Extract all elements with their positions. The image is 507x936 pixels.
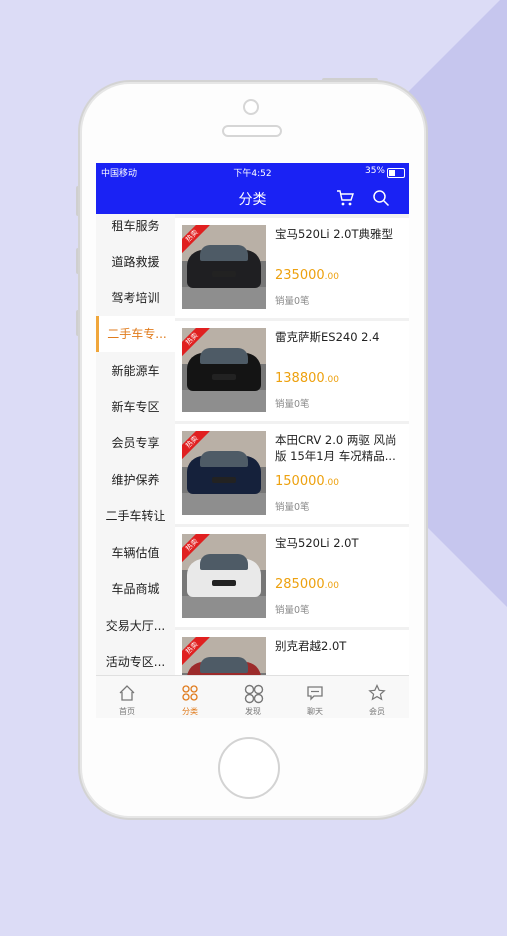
discover-icon bbox=[244, 684, 264, 704]
product-title: 宝马520Li 2.0T典雅型 bbox=[275, 227, 394, 241]
tab-label: 聊天 bbox=[307, 707, 323, 716]
front-camera bbox=[243, 99, 259, 115]
chat-icon bbox=[307, 686, 323, 701]
product-price: 285000.00 bbox=[275, 577, 339, 592]
home-button[interactable] bbox=[218, 737, 280, 799]
star-icon bbox=[368, 684, 386, 701]
sidebar-item-roadside-rescue[interactable]: 道路救援 bbox=[96, 244, 175, 280]
grid-icon bbox=[182, 685, 198, 701]
earpiece-speaker bbox=[222, 125, 282, 137]
product-sales: 销量0笔 bbox=[275, 399, 310, 410]
tab-discover[interactable]: 发现 bbox=[222, 676, 284, 718]
sidebar-item-driving-school[interactable]: 驾考培训 bbox=[96, 280, 175, 316]
sidebar-item-accessories-mall[interactable]: 车品商城 bbox=[96, 571, 175, 607]
product-sales: 销量0笔 bbox=[275, 605, 310, 616]
product-list: 热卖 宝马520Li 2.0T典雅型 235000.00 销量0笔 热卖 雷克萨… bbox=[175, 214, 409, 675]
category-sidebar: 租车服务 道路救援 驾考培训 二手车专... 新能源车 新车专区 会员专享 维护… bbox=[96, 214, 175, 675]
product-card[interactable]: 热卖 雷克萨斯ES240 2.4 138800.00 销量0笔 bbox=[175, 321, 409, 421]
sidebar-item-new-cars[interactable]: 新车专区 bbox=[96, 389, 175, 425]
sidebar-item-rental[interactable]: 租车服务 bbox=[96, 214, 175, 244]
product-image: 热卖 bbox=[182, 637, 266, 675]
sidebar-item-maintenance[interactable]: 维护保养 bbox=[96, 462, 175, 498]
tab-home[interactable]: 首页 bbox=[96, 676, 158, 718]
product-image: 热卖 bbox=[182, 431, 266, 515]
product-title: 本田CRV 2.0 两驱 风尚版 15年1月 车况精品... bbox=[275, 433, 397, 463]
tab-label: 发现 bbox=[245, 707, 261, 716]
product-card[interactable]: 热卖 别克君越2.0T bbox=[175, 630, 409, 675]
tab-category[interactable]: 分类 bbox=[159, 676, 221, 718]
battery-icon bbox=[387, 168, 405, 178]
cart-icon[interactable] bbox=[336, 189, 354, 207]
product-price: 138800.00 bbox=[275, 371, 339, 386]
product-title: 别克君越2.0T bbox=[275, 639, 347, 653]
sidebar-item-used-cars[interactable]: 二手车专... bbox=[96, 316, 175, 352]
product-image: 热卖 bbox=[182, 328, 266, 412]
tab-member[interactable]: 会员 bbox=[346, 676, 408, 718]
product-title: 宝马520Li 2.0T bbox=[275, 536, 359, 550]
top-bar: 中国移动 下午4:52 35% 分类 bbox=[96, 163, 409, 214]
status-time: 下午4:52 bbox=[233, 169, 272, 179]
battery-percent: 35% bbox=[364, 166, 385, 176]
sidebar-item-new-energy[interactable]: 新能源车 bbox=[96, 353, 175, 389]
product-price: 235000.00 bbox=[275, 268, 339, 283]
product-price: 150000.00 bbox=[275, 474, 339, 489]
product-image: 热卖 bbox=[182, 225, 266, 309]
product-sales: 销量0笔 bbox=[275, 296, 310, 307]
product-image: 热卖 bbox=[182, 534, 266, 618]
product-card[interactable]: 热卖 宝马520Li 2.0T 285000.00 销量0笔 bbox=[175, 527, 409, 627]
app-screen: 中国移动 下午4:52 35% 分类 租车服务 道路救援 驾考培训 二手车专..… bbox=[96, 163, 409, 718]
sidebar-item-used-car-transfer[interactable]: 二手车转让 bbox=[96, 498, 175, 534]
sidebar-item-valuation[interactable]: 车辆估值 bbox=[96, 535, 175, 571]
sidebar-item-trading-hall[interactable]: 交易大厅... bbox=[96, 608, 175, 644]
tab-label: 会员 bbox=[369, 707, 385, 716]
page-title: 分类 bbox=[238, 192, 267, 208]
product-title: 雷克萨斯ES240 2.4 bbox=[275, 330, 380, 344]
tab-label: 分类 bbox=[182, 707, 198, 716]
product-sales: 销量0笔 bbox=[275, 502, 310, 513]
sidebar-item-member-exclusive[interactable]: 会员专享 bbox=[96, 425, 175, 461]
status-bar: 中国移动 下午4:52 35% bbox=[96, 165, 409, 181]
search-icon[interactable] bbox=[372, 189, 390, 207]
product-card[interactable]: 热卖 宝马520Li 2.0T典雅型 235000.00 销量0笔 bbox=[175, 218, 409, 318]
bottom-tab-bar: 首页 分类 发现 聊天 会员 bbox=[96, 675, 409, 718]
product-card[interactable]: 热卖 本田CRV 2.0 两驱 风尚版 15年1月 车况精品... 150000… bbox=[175, 424, 409, 524]
tab-chat[interactable]: 聊天 bbox=[284, 676, 346, 718]
tab-label: 首页 bbox=[119, 707, 135, 716]
home-icon bbox=[119, 685, 135, 701]
sidebar-item-events[interactable]: 活动专区... bbox=[96, 644, 175, 675]
